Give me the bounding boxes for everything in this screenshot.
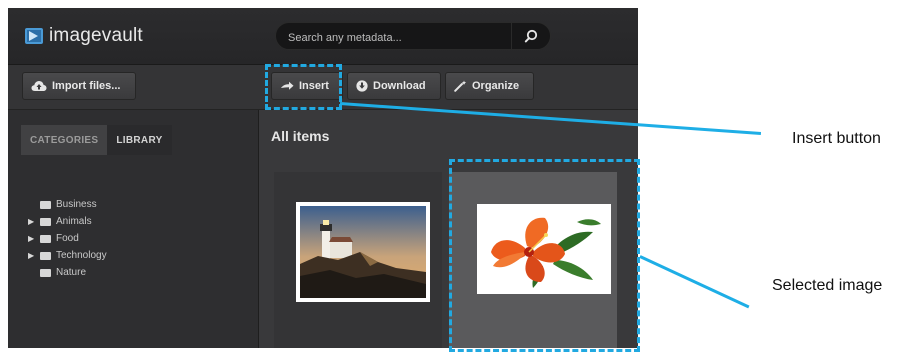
category-label: Food	[56, 233, 79, 244]
category-label: Technology	[56, 250, 107, 261]
organize-label: Organize	[472, 80, 520, 92]
top-bar: imagevault	[8, 8, 638, 65]
category-label: Business	[56, 199, 97, 210]
selected-image-callout-line	[639, 255, 750, 309]
category-label: Animals	[56, 216, 92, 227]
download-icon	[356, 80, 368, 92]
expand-arrow-icon[interactable]: ▶	[28, 217, 40, 226]
category-tree: Business ▶ Animals ▶ Food ▶ Technology N…	[28, 196, 107, 281]
imagevault-logo-icon	[25, 28, 43, 44]
tab-categories-label: CATEGORIES	[30, 134, 99, 146]
search-button[interactable]	[511, 23, 550, 49]
import-files-button[interactable]: Import files...	[22, 72, 136, 100]
cloud-upload-icon	[31, 81, 47, 91]
import-files-label: Import files...	[52, 80, 121, 92]
insert-button-callout-box	[265, 64, 342, 110]
image-tile-lighthouse[interactable]	[274, 172, 442, 348]
logo: imagevault	[24, 24, 143, 48]
logo-text: imagevault	[49, 25, 143, 46]
organize-button[interactable]: Organize	[445, 72, 534, 100]
folder-icon	[40, 234, 51, 243]
category-item-animals[interactable]: ▶ Animals	[28, 213, 107, 230]
folder-icon	[40, 268, 51, 277]
sidebar-tabs: CATEGORIES LIBRARY	[21, 125, 172, 155]
tab-categories[interactable]: CATEGORIES	[21, 125, 108, 155]
category-item-technology[interactable]: ▶ Technology	[28, 247, 107, 264]
category-item-nature[interactable]: Nature	[28, 264, 107, 281]
selected-image-callout-box	[449, 159, 640, 352]
search-input[interactable]	[286, 27, 510, 49]
category-label: Nature	[56, 267, 87, 278]
search-box	[275, 22, 551, 50]
sidebar: CATEGORIES LIBRARY Business ▶ Animals ▶ …	[8, 110, 259, 348]
download-button[interactable]: Download	[347, 72, 441, 100]
search-icon	[524, 29, 538, 43]
folder-icon	[40, 251, 51, 260]
expand-arrow-icon[interactable]: ▶	[28, 234, 40, 243]
expand-arrow-icon[interactable]: ▶	[28, 251, 40, 260]
category-item-food[interactable]: ▶ Food	[28, 230, 107, 247]
folder-icon	[40, 200, 51, 209]
content-title: All items	[271, 128, 330, 144]
category-item-business[interactable]: Business	[28, 196, 107, 213]
insert-button-callout-label: Insert button	[792, 130, 881, 147]
lighthouse-image	[300, 206, 426, 298]
download-label: Download	[373, 80, 426, 92]
selected-image-callout-label: Selected image	[772, 277, 883, 294]
thumbnail-lighthouse	[296, 202, 430, 302]
tab-library[interactable]: LIBRARY	[107, 125, 172, 155]
tab-library-label: LIBRARY	[116, 134, 163, 146]
folder-icon	[40, 217, 51, 226]
magic-wand-icon	[454, 80, 467, 92]
